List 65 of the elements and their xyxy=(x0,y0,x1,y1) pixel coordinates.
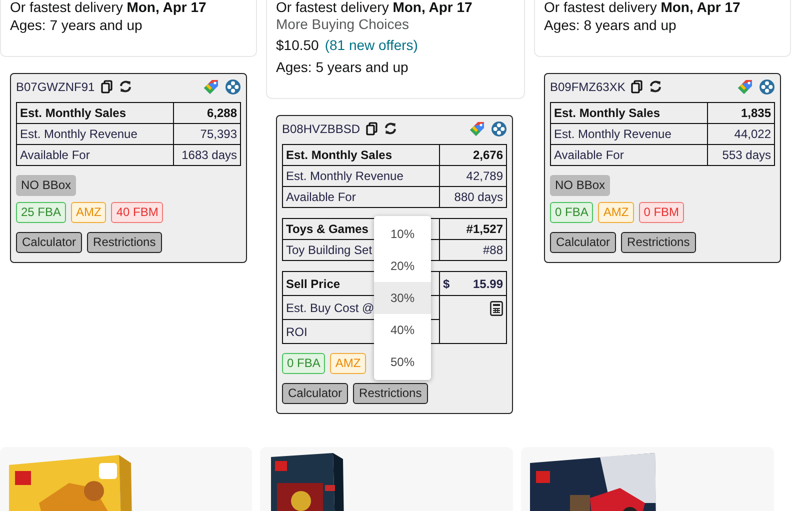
copy-icon[interactable] xyxy=(100,80,113,94)
currency-sign: $ xyxy=(443,276,450,292)
calculator-button[interactable]: Calculator xyxy=(282,383,348,404)
status-badge: 0 FBA xyxy=(550,202,594,223)
asin-text: B08HVZBBSD xyxy=(282,122,360,136)
table-cell: 553 days xyxy=(708,144,774,166)
status-badge: 0 FBA xyxy=(282,353,326,374)
sell-price-value: 15.99 xyxy=(472,276,503,292)
offers-link[interactable]: (81 new offers) xyxy=(324,34,418,56)
status-badge: AMZ xyxy=(330,353,366,374)
target-icon[interactable] xyxy=(225,78,241,94)
table-cell: #88 xyxy=(440,240,506,260)
age-text: Ages: 5 years and up xyxy=(276,58,410,77)
restrictions-button[interactable]: Restrictions xyxy=(353,383,428,404)
table-cell: 880 days xyxy=(440,186,506,208)
table-cell: 1683 days xyxy=(174,144,240,166)
table-cell: #1,527 xyxy=(440,218,506,240)
table-cell: Available For xyxy=(550,144,708,166)
table-cell: Est. Monthly Sales xyxy=(550,102,708,124)
table-cell: 2,676 xyxy=(440,144,506,166)
restrictions-button[interactable]: Restrictions xyxy=(87,232,162,253)
copy-icon[interactable] xyxy=(366,122,378,136)
offer-price: $10.50 xyxy=(276,36,319,55)
table-cell: Available For xyxy=(282,186,440,208)
target-icon[interactable] xyxy=(491,120,507,136)
status-badge: 25 FBA xyxy=(16,202,66,223)
tag-icon[interactable] xyxy=(737,78,753,94)
status-badge: AMZ xyxy=(71,202,106,223)
status-badge: 0 FBM xyxy=(638,202,684,223)
table-cell: 42,789 xyxy=(440,166,506,186)
calculator-button[interactable]: Calculator xyxy=(550,232,616,253)
table-cell: 1,835 xyxy=(708,102,774,124)
delivery-text: Or fastest delivery Mon, Apr 17 xyxy=(544,0,742,14)
table-cell: Est. Monthly Sales xyxy=(282,144,440,166)
status-badge: AMZ xyxy=(598,202,634,223)
table-cell: Est. Monthly Revenue xyxy=(550,124,708,144)
table-cell: Available For xyxy=(16,144,174,166)
status-badge: 40 FBM xyxy=(111,202,164,223)
status-badge: NO BBox xyxy=(16,175,76,196)
tag-icon[interactable] xyxy=(469,120,485,136)
target-icon[interactable] xyxy=(759,78,775,94)
status-badge: NO BBox xyxy=(550,175,610,196)
table-cell: 6,288 xyxy=(174,102,240,124)
calculator-button[interactable]: Calculator xyxy=(16,232,82,253)
restrictions-button[interactable]: Restrictions xyxy=(621,232,696,253)
table-cell: 75,393 xyxy=(174,124,240,144)
buying-choices-label: More Buying Choices xyxy=(276,15,410,34)
refresh-icon[interactable] xyxy=(649,80,662,93)
dropdown-option[interactable]: 30% xyxy=(374,282,431,314)
refresh-icon[interactable] xyxy=(118,80,132,93)
tag-icon[interactable] xyxy=(203,78,219,94)
dropdown-option[interactable]: 50% xyxy=(374,346,431,378)
delivery-text: Or fastest delivery Mon, Apr 17 xyxy=(10,0,208,14)
calculator-icon[interactable] xyxy=(490,301,503,316)
table-cell: 44,022 xyxy=(708,124,774,144)
table-cell: Est. Monthly Sales xyxy=(16,102,174,124)
asin-text: B07GWZNF91 xyxy=(16,80,95,94)
age-text: Ages: 8 years and up xyxy=(544,16,678,35)
refresh-icon[interactable] xyxy=(384,122,398,135)
delivery-text: Or fastest delivery Mon, Apr 17 xyxy=(276,0,474,14)
asin-text: B09FMZ63XK xyxy=(550,80,626,94)
table-cell: Est. Monthly Revenue xyxy=(16,124,174,144)
copy-icon[interactable] xyxy=(631,80,644,94)
age-text: Ages: 7 years and up xyxy=(10,16,144,35)
table-cell: Est. Monthly Revenue xyxy=(282,166,440,186)
